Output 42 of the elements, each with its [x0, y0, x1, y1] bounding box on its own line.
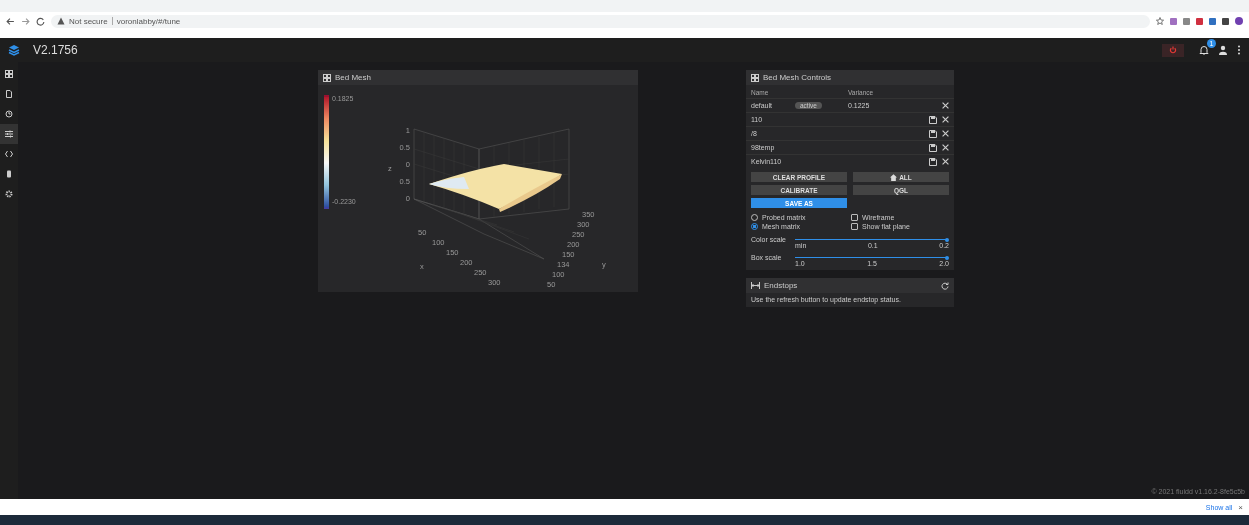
card-title: Endstops — [764, 281, 798, 290]
save-icon[interactable] — [929, 143, 937, 152]
close-icon[interactable] — [942, 102, 949, 109]
grid-icon — [323, 73, 331, 82]
sliders-icon — [5, 130, 13, 138]
printer-title: V2.1756 — [33, 43, 78, 57]
dashboard-icon — [5, 70, 13, 78]
close-button[interactable]: × — [1238, 502, 1243, 512]
device-icon — [5, 170, 13, 178]
power-button[interactable] — [1162, 43, 1184, 57]
address-bar[interactable]: Not secure voronlabby/#/tune — [51, 14, 1150, 28]
gear-icon — [5, 190, 13, 198]
close-icon[interactable] — [942, 130, 949, 137]
close-icon[interactable] — [942, 158, 949, 165]
bell-icon[interactable] — [1199, 45, 1209, 55]
save-icon[interactable] — [929, 157, 937, 166]
close-icon[interactable] — [942, 116, 949, 123]
warning-icon — [57, 17, 65, 25]
endstop-icon — [751, 282, 760, 289]
forward-icon[interactable] — [21, 16, 30, 26]
url-text: voronlabby/#/tune — [116, 16, 181, 26]
sidebar-item[interactable] — [0, 124, 18, 144]
file-icon — [5, 90, 13, 98]
card-title: Bed Mesh Controls — [763, 73, 832, 82]
home-icon — [890, 173, 898, 181]
power-icon — [1169, 46, 1177, 54]
braces-icon — [5, 150, 13, 158]
save-icon[interactable] — [929, 129, 937, 138]
save-icon[interactable] — [929, 115, 937, 124]
back-icon[interactable] — [6, 16, 15, 26]
refresh-icon[interactable] — [941, 281, 949, 290]
close-icon[interactable] — [942, 144, 949, 151]
star-icon[interactable] — [1156, 17, 1164, 25]
logo-icon — [8, 44, 20, 56]
reload-icon[interactable] — [36, 16, 45, 26]
clock-icon — [5, 110, 13, 118]
more-icon[interactable] — [1237, 45, 1241, 55]
card-title: Bed Mesh — [335, 73, 372, 82]
grid-icon — [751, 73, 759, 82]
security-label: Not secure — [69, 16, 108, 26]
profile-avatar[interactable] — [1235, 17, 1243, 25]
user-icon[interactable] — [1218, 45, 1228, 55]
